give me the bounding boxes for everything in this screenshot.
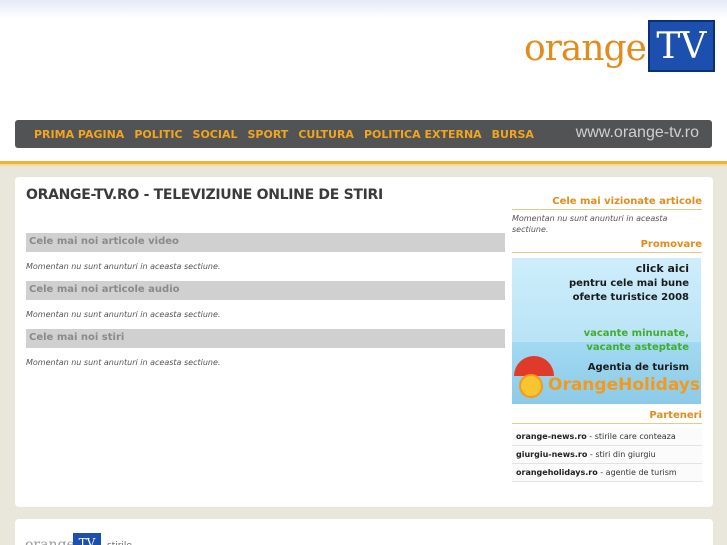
section-video: Cele mai noi articole video Momentan nu … — [26, 233, 505, 271]
section-audio: Cele mai noi articole audio Momentan nu … — [26, 281, 505, 319]
nav-item-sport[interactable]: SPORT — [247, 128, 288, 141]
section-news: Cele mai noi stiri Momentan nu sunt anun… — [26, 329, 505, 367]
promo-banner[interactable]: click aici pentru cele mai bune oferte t… — [512, 258, 701, 404]
nav-item-cultura[interactable]: CULTURA — [298, 128, 354, 141]
partner-name[interactable]: orangeholidays.ro — [516, 468, 598, 477]
partner-item[interactable]: giurgiu-news.ro - stiri din giurgiu — [512, 446, 702, 464]
promo-line-4: Agentia de turism — [587, 362, 689, 373]
section-heading-video[interactable]: Cele mai noi articole video — [26, 233, 505, 252]
partner-name[interactable]: orange-news.ro — [516, 432, 587, 441]
header-divider-shadow — [0, 164, 727, 166]
promo-heading: Promovare — [512, 239, 702, 253]
partner-desc: - stiri din giurgiu — [587, 450, 656, 459]
nav-item-prima-pagina[interactable]: PRIMA PAGINA — [34, 128, 124, 141]
promo-line-2: pentru cele mai bune — [568, 278, 689, 289]
promo-green-1: vacante minunate, — [583, 328, 689, 339]
content-panel: ORANGE-TV.RO - TELEVIZIUNE ONLINE DE STI… — [15, 177, 713, 507]
section-empty-news: Momentan nu sunt anunturi in aceasta sec… — [26, 358, 221, 367]
footer-logo-tv: TV — [73, 533, 101, 545]
most-viewed-empty: Momentan nu sunt anunturi in aceasta sec… — [512, 214, 668, 234]
sidebar: Cele mai vizionate articole Momentan nu … — [512, 196, 702, 482]
partner-name[interactable]: giurgiu-news.ro — [516, 450, 587, 459]
main-column: ORANGE-TV.RO - TELEVIZIUNE ONLINE DE STI… — [26, 187, 505, 377]
page-title: ORANGE-TV.RO - TELEVIZIUNE ONLINE DE STI… — [26, 187, 383, 203]
nav-item-social[interactable]: SOCIAL — [193, 128, 238, 141]
partners-heading: Parteneri — [512, 410, 702, 424]
partner-desc: - stirile care conteaza — [586, 432, 676, 441]
site-logo[interactable]: orange TV — [524, 18, 715, 72]
logo-wordmark: orange — [524, 28, 647, 69]
footer-logo-word: orange — [25, 537, 75, 545]
partner-item[interactable]: orangeholidays.ro - agentie de turism — [512, 464, 702, 482]
sun-icon — [519, 374, 543, 398]
section-empty-audio: Momentan nu sunt anunturi in aceasta sec… — [26, 310, 221, 319]
promo-brand: OrangeHolidays — [548, 375, 700, 395]
logo-tv-badge: TV — [647, 20, 715, 72]
nav-item-politic[interactable]: POLITIC — [134, 128, 182, 141]
partner-item[interactable]: orange-news.ro - stirile care conteaza — [512, 428, 702, 446]
promo-line-3: oferte turistice 2008 — [572, 292, 689, 303]
promo-line-1: click aici — [635, 262, 689, 275]
partner-desc: - agentie de turism — [597, 468, 677, 477]
section-heading-news[interactable]: Cele mai noi stiri — [26, 329, 505, 348]
section-heading-audio[interactable]: Cele mai noi articole audio — [26, 281, 505, 300]
footer-text: stirile — [107, 541, 132, 545]
section-empty-video: Momentan nu sunt anunturi in aceasta sec… — [26, 262, 221, 271]
partners-list: orange-news.ro - stirile care conteaza g… — [512, 428, 702, 482]
main-nav: PRIMA PAGINA POLITIC SOCIAL SPORT CULTUR… — [15, 120, 712, 148]
footer: orange TV stirile — [15, 519, 713, 545]
nav-item-bursa[interactable]: BURSA — [492, 128, 534, 141]
site-url: www.orange-tv.ro — [575, 124, 699, 141]
most-viewed-heading: Cele mai vizionate articole — [512, 196, 702, 210]
nav-item-politica-externa[interactable]: POLITICA EXTERNA — [364, 128, 482, 141]
promo-green-2: vacante asteptate — [586, 342, 689, 353]
